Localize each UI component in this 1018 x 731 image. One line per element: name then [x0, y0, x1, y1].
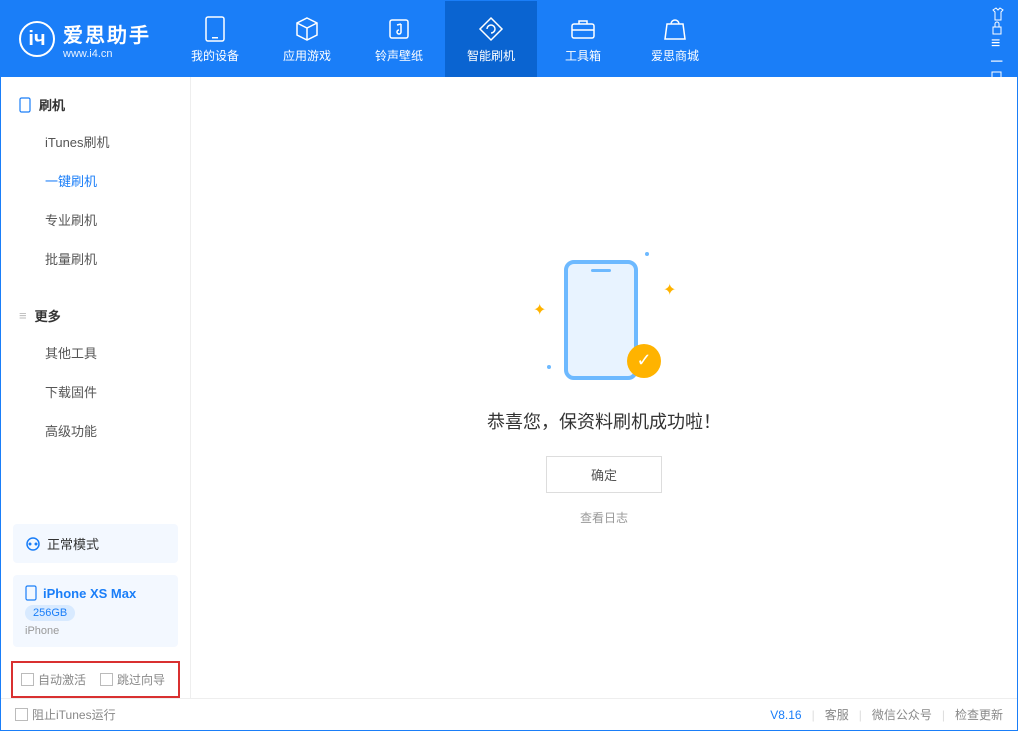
- minimize-button[interactable]: ─: [991, 53, 1005, 71]
- mode-icon: [25, 536, 41, 552]
- sidebar-item-other-tools[interactable]: 其他工具: [1, 333, 190, 372]
- sidebar-item-itunes-flash[interactable]: iTunes刷机: [1, 122, 190, 161]
- lock-icon[interactable]: [991, 21, 1005, 35]
- device-type: iPhone: [25, 625, 166, 637]
- phone-icon: [201, 15, 229, 43]
- tshirt-icon[interactable]: [991, 7, 1005, 21]
- sidebar: 刷机 iTunes刷机 一键刷机 专业刷机 批量刷机 ≡ 更多 其他工具 下载固…: [1, 77, 191, 698]
- phone-small-icon: [19, 97, 31, 113]
- titlebar: iч 爱思助手 www.i4.cn 我的设备 应用游戏 铃声壁纸 智能刷机 工具…: [1, 1, 1017, 77]
- check-icon: ✓: [627, 344, 661, 378]
- success-illustration: ✦✦ ✓: [529, 250, 679, 390]
- success-message: 恭喜您，保资料刷机成功啦！: [487, 408, 721, 434]
- app-logo: iч 爱思助手 www.i4.cn: [1, 19, 169, 60]
- sidebar-item-download-firmware[interactable]: 下载固件: [1, 372, 190, 411]
- nav-smart-flash[interactable]: 智能刷机: [445, 1, 537, 77]
- refresh-icon: [477, 15, 505, 43]
- check-update-link[interactable]: 检查更新: [955, 706, 1003, 723]
- checkbox-skip-guide[interactable]: 跳过向导: [100, 671, 165, 688]
- sidebar-group-flash: 刷机: [1, 87, 190, 122]
- menu-icon[interactable]: ≡: [991, 35, 1005, 53]
- sidebar-item-batch-flash[interactable]: 批量刷机: [1, 239, 190, 278]
- music-icon: [385, 15, 413, 43]
- version-label: V8.16: [770, 708, 801, 722]
- customer-service-link[interactable]: 客服: [825, 706, 849, 723]
- view-log-link[interactable]: 查看日志: [580, 509, 628, 526]
- top-nav: 我的设备 应用游戏 铃声壁纸 智能刷机 工具箱 爱思商城: [169, 1, 721, 77]
- app-title: 爱思助手: [63, 19, 151, 48]
- nav-apps-games[interactable]: 应用游戏: [261, 1, 353, 77]
- main-content: ✦✦ ✓ 恭喜您，保资料刷机成功啦！ 确定 查看日志: [191, 77, 1017, 698]
- logo-icon: iч: [19, 21, 55, 57]
- nav-my-device[interactable]: 我的设备: [169, 1, 261, 77]
- toolbox-icon: [569, 15, 597, 43]
- nav-store[interactable]: 爱思商城: [629, 1, 721, 77]
- list-icon: ≡: [19, 308, 27, 323]
- sidebar-item-advanced[interactable]: 高级功能: [1, 411, 190, 450]
- app-subtitle: www.i4.cn: [63, 48, 151, 60]
- cube-icon: [293, 15, 321, 43]
- sidebar-group-more: ≡ 更多: [1, 298, 190, 333]
- sidebar-item-pro-flash[interactable]: 专业刷机: [1, 200, 190, 239]
- device-mode-box[interactable]: 正常模式: [13, 524, 178, 563]
- statusbar: 阻止iTunes运行 V8.16 | 客服 | 微信公众号 | 检查更新: [1, 698, 1017, 730]
- nav-ringtones[interactable]: 铃声壁纸: [353, 1, 445, 77]
- checkbox-auto-activate[interactable]: 自动激活: [21, 671, 86, 688]
- device-info-box[interactable]: iPhone XS Max 256GB iPhone: [13, 575, 178, 647]
- sidebar-item-oneclick-flash[interactable]: 一键刷机: [1, 161, 190, 200]
- wechat-link[interactable]: 微信公众号: [872, 706, 932, 723]
- options-highlighted: 自动激活 跳过向导: [11, 661, 180, 698]
- checkbox-block-itunes[interactable]: 阻止iTunes运行: [15, 706, 116, 723]
- device-icon: [25, 585, 37, 601]
- bag-icon: [661, 15, 689, 43]
- device-capacity: 256GB: [25, 605, 75, 621]
- nav-toolbox[interactable]: 工具箱: [537, 1, 629, 77]
- ok-button[interactable]: 确定: [546, 456, 662, 493]
